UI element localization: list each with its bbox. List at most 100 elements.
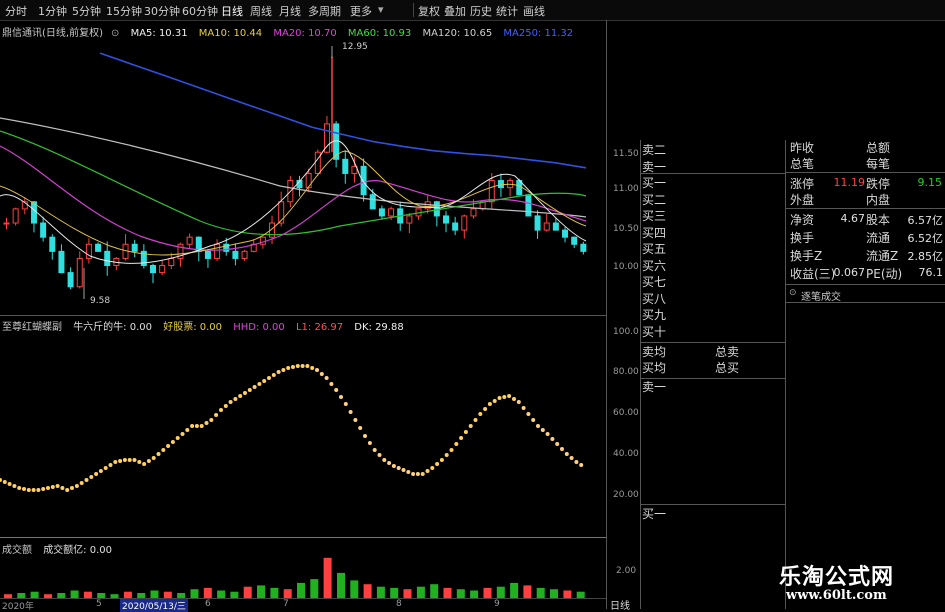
oscillator-dot: [89, 475, 94, 479]
candle-body: [488, 180, 495, 203]
tab-intraday[interactable]: 分时: [5, 3, 27, 19]
candle-body: [49, 236, 56, 252]
price-axis-tick: 11.00: [613, 184, 639, 194]
orderbook-level: 买七: [642, 275, 667, 289]
overlay-button[interactable]: 叠加: [444, 3, 466, 19]
oscillator-chart[interactable]: [0, 330, 600, 535]
period-toolbar: 分时 1分钟 5分钟 15分钟 30分钟 60分钟 日线 周线 月线 多周期 更…: [0, 0, 945, 21]
ticks-icon[interactable]: ⊙: [789, 288, 797, 298]
tab-15min[interactable]: 15分钟: [106, 3, 142, 19]
avg-buy-label: 买均: [642, 361, 667, 375]
oscillator-dot: [367, 441, 372, 445]
tab-daily[interactable]: 日线: [221, 3, 243, 19]
oscillator-dot: [156, 452, 161, 456]
tab-weekly[interactable]: 周线: [250, 3, 272, 19]
quote-separator: [785, 172, 945, 173]
eps-label: 收益(三): [790, 267, 836, 281]
oscillator-dot: [257, 382, 262, 386]
oscillator-dot: [276, 370, 281, 374]
toolbar-divider: [413, 3, 414, 17]
volume-bar: [483, 587, 492, 598]
oscillator-dot: [142, 462, 147, 466]
volume-bar: [456, 589, 465, 598]
volume-bar: [323, 557, 332, 598]
draw-button[interactable]: 画线: [523, 3, 545, 19]
oscillator-dot: [468, 424, 473, 428]
orderbook-level: 买三: [642, 209, 667, 223]
price-chart[interactable]: 12.95 9.58: [0, 36, 600, 316]
volume-bar: [550, 589, 558, 598]
tab-5min[interactable]: 5分钟: [72, 3, 101, 19]
oscillator-dot: [300, 364, 305, 368]
candle-body: [232, 250, 239, 259]
volume-bar: [430, 584, 439, 598]
candle-body: [168, 257, 175, 267]
candle-body: [67, 272, 74, 288]
avg-sell-label: 卖均: [642, 345, 667, 359]
stats-button[interactable]: 统计: [496, 3, 518, 19]
tab-monthly[interactable]: 月线: [279, 3, 301, 19]
limit-up-value: 11.19: [833, 176, 866, 189]
orderbook-level: 买六: [642, 258, 667, 273]
tab-more[interactable]: 更多: [350, 3, 372, 19]
oscillator-dot: [425, 469, 430, 473]
volume-bar: [270, 587, 279, 598]
oscillator-dot: [391, 464, 396, 468]
oscillator-dot: [17, 486, 22, 490]
candle-body: [470, 208, 477, 217]
oscillator-dot: [122, 458, 127, 462]
oscillator-dot: [146, 459, 151, 463]
tab-1min[interactable]: 1分钟: [38, 3, 67, 19]
tab-60min[interactable]: 60分钟: [182, 3, 218, 19]
volume-bar: [350, 580, 359, 598]
period-label[interactable]: 日线: [610, 597, 630, 612]
oscillator-dot: [334, 388, 339, 392]
oscillator-dot: [324, 376, 329, 380]
pe-value: 76.1: [918, 266, 944, 279]
nav-value: 4.67: [840, 212, 866, 225]
oscillator-dot: [387, 461, 392, 465]
oscillator-dot: [545, 432, 550, 436]
date-tick: 5: [96, 599, 102, 609]
oscillator-dot: [94, 472, 99, 476]
oscillator-dot: [132, 458, 137, 462]
oscillator-dot: [564, 452, 569, 456]
volume-bar: [390, 587, 399, 598]
oscillator-dot: [430, 466, 435, 470]
oscillator-dot: [363, 434, 367, 438]
oscillator-dot: [262, 379, 267, 383]
oscillator-dot: [127, 458, 132, 462]
orderbook-level: 买四: [642, 225, 667, 240]
sub-axis-tick: 80.00: [613, 367, 639, 377]
watermark-title: 乐淘公式网: [779, 564, 895, 590]
price-low-label: 9.58: [90, 296, 110, 306]
oscillator-dot: [358, 426, 363, 430]
candle-body: [76, 257, 83, 288]
tab-multi-period[interactable]: 多周期: [308, 3, 341, 19]
oscillator-dot: [415, 472, 420, 476]
candle-body: [552, 222, 559, 231]
chevron-down-icon[interactable]: ▾: [378, 3, 384, 16]
candle-body: [580, 243, 587, 252]
volume-bar: [536, 587, 545, 598]
orderbook-level: 买十: [642, 324, 667, 339]
volume-chart[interactable]: [0, 553, 600, 599]
oscillator-dot: [41, 487, 46, 491]
oscillator-dot: [180, 432, 185, 436]
sub-axis-tick: 60.00: [613, 408, 639, 418]
cursor-date: 2020/05/13/三: [120, 599, 188, 612]
oscillator-dot: [7, 482, 12, 486]
adjust-button[interactable]: 复权: [418, 3, 440, 19]
ticks-title[interactable]: 逐笔成交: [801, 288, 841, 303]
tab-30min[interactable]: 30分钟: [144, 3, 180, 19]
oscillator-dot: [555, 442, 560, 446]
volume-bar: [297, 582, 305, 598]
candle-body: [571, 236, 578, 245]
oscillator-dot: [329, 382, 334, 386]
candle-body: [406, 215, 413, 224]
oscillator-dot: [170, 440, 175, 444]
history-button[interactable]: 历史: [470, 3, 492, 19]
candle-body: [104, 250, 111, 267]
candle-body: [452, 222, 459, 231]
oscillator-dot: [459, 436, 464, 440]
